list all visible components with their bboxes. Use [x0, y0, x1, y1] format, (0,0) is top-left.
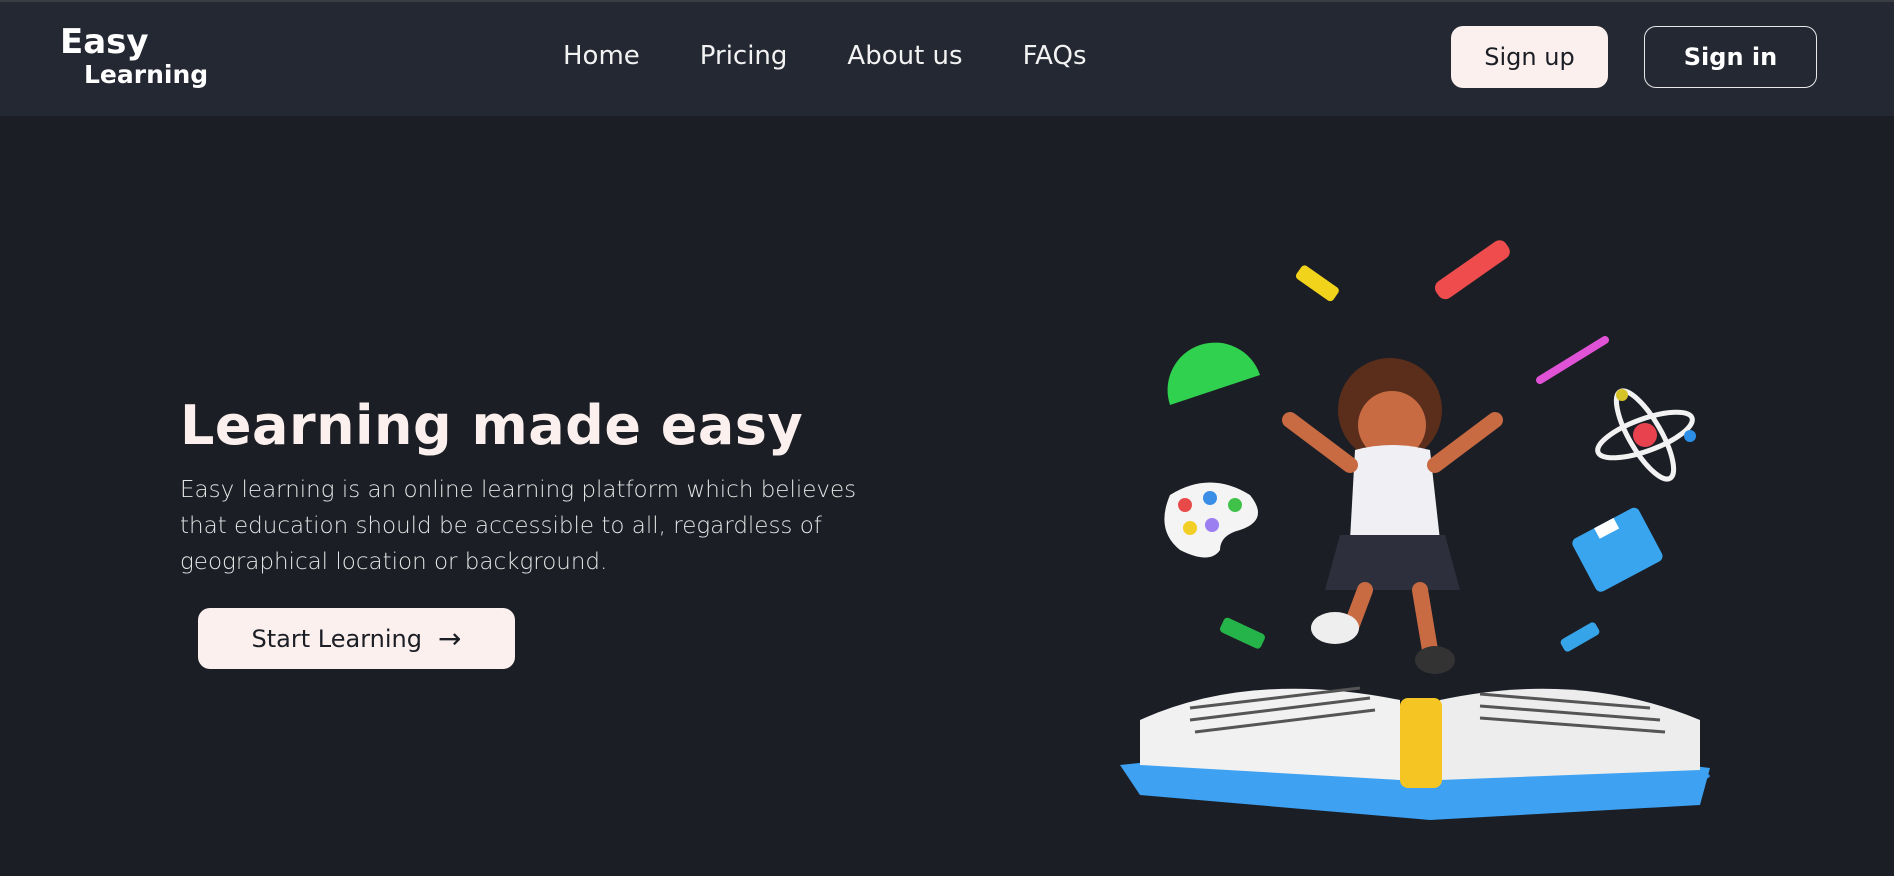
- brand-line-1: Easy: [60, 22, 149, 62]
- sign-in-button[interactable]: Sign in: [1644, 26, 1817, 88]
- child-illustration: [1282, 358, 1503, 674]
- paintbrush-icon: [1536, 336, 1609, 384]
- protractor-icon: [1167, 342, 1260, 405]
- nav-pricing[interactable]: Pricing: [700, 38, 788, 74]
- palette-icon: [1164, 482, 1258, 558]
- open-book-illustration: [1120, 686, 1710, 820]
- ruler-icon: [1435, 240, 1510, 300]
- book-icon: [1572, 507, 1663, 592]
- site-header: Easy Learning Home Pricing About us FAQs…: [0, 2, 1894, 116]
- brand-line-2: Learning: [84, 60, 209, 89]
- atom-icon: [1595, 388, 1696, 482]
- brand-logo[interactable]: Easy Learning: [60, 24, 208, 90]
- hero-title: Learning made easy: [180, 394, 804, 457]
- nav-home[interactable]: Home: [563, 38, 640, 74]
- hero-description: Easy learning is an online learning plat…: [180, 477, 857, 575]
- main-nav: Home Pricing About us FAQs: [563, 38, 1087, 74]
- arrow-right-icon: →: [437, 622, 462, 655]
- sign-up-button[interactable]: Sign up: [1451, 26, 1608, 88]
- nav-about-us[interactable]: About us: [847, 38, 962, 74]
- hero-illustration: [1120, 240, 1710, 820]
- nav-faqs[interactable]: FAQs: [1023, 38, 1087, 74]
- start-learning-button[interactable]: Start Learning →: [198, 608, 515, 669]
- start-learning-label: Start Learning: [251, 624, 422, 653]
